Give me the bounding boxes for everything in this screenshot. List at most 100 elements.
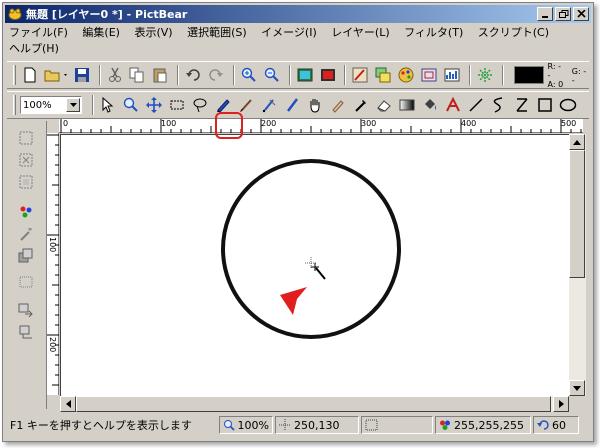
restore-button[interactable]	[555, 7, 571, 21]
text-a-icon	[446, 97, 460, 112]
paste-layer-icon	[19, 325, 32, 339]
image-view-button[interactable]	[295, 65, 315, 85]
line-tool[interactable]	[466, 95, 486, 115]
crosshair-icon	[279, 419, 291, 431]
ruler-ticks	[60, 119, 582, 133]
paste-layer-tool[interactable]	[17, 323, 35, 341]
status-undo: 60	[533, 416, 579, 434]
text-tool[interactable]	[443, 95, 463, 115]
scroll-up-button[interactable]	[569, 134, 585, 150]
status-selection-size	[361, 416, 433, 434]
right-arrow-icon	[558, 400, 564, 408]
bezier-tool[interactable]	[512, 95, 532, 115]
copy-button[interactable]	[127, 65, 147, 85]
smudge-tool[interactable]	[328, 95, 348, 115]
ruler-label: 500	[561, 119, 577, 128]
scroll-left-button[interactable]	[60, 396, 76, 412]
menu-script[interactable]: スクリプト(C)	[478, 25, 549, 41]
toolbar-grip[interactable]	[13, 65, 16, 85]
select-all-tool[interactable]	[17, 129, 35, 147]
brush-settings-button[interactable]	[350, 65, 370, 85]
gradient-tool[interactable]	[397, 95, 417, 115]
zoom-out-icon	[264, 67, 279, 82]
restore-icon	[559, 10, 569, 18]
scroll-thumb-horizontal[interactable]	[76, 396, 551, 412]
ellipse-tool[interactable]	[558, 95, 578, 115]
hand-tool[interactable]	[305, 95, 325, 115]
undo-button[interactable]	[183, 65, 203, 85]
scroll-down-button[interactable]	[569, 380, 585, 396]
eyedropper-tool[interactable]	[351, 95, 371, 115]
magnifier-icon	[224, 420, 235, 431]
drawing-canvas[interactable]	[60, 134, 569, 396]
paste-button[interactable]	[150, 65, 170, 85]
ruler-ticks-v	[47, 134, 59, 386]
scroll-right-button[interactable]	[553, 396, 569, 412]
dropdown-arrow-icon[interactable]	[66, 98, 80, 112]
zoom-dropdown[interactable]: 100%	[20, 96, 82, 114]
minimize-icon	[542, 16, 548, 18]
layers-button[interactable]	[373, 65, 393, 85]
zoom-tool[interactable]	[121, 95, 141, 115]
vertical-scrollbar[interactable]	[569, 134, 586, 396]
color-palette-button[interactable]	[396, 65, 416, 85]
gradient-icon	[399, 99, 415, 111]
move-tool[interactable]	[144, 95, 164, 115]
rectangle-tool[interactable]	[535, 95, 555, 115]
redo-icon	[209, 69, 224, 81]
layer-merge-tool[interactable]	[17, 247, 35, 265]
toolbar-grip-2[interactable]	[13, 95, 16, 115]
cut-scissors-icon	[108, 67, 121, 82]
menu-selection[interactable]: 選択範囲(S)	[187, 25, 247, 41]
open-button[interactable]	[43, 65, 69, 85]
histogram-button[interactable]	[442, 65, 462, 85]
effects-button[interactable]	[475, 65, 495, 85]
airbrush-tool[interactable]	[259, 95, 279, 115]
status-color-value: 255,255,255	[454, 418, 524, 432]
crop-tool[interactable]	[17, 273, 35, 291]
ruler-label: 100	[161, 119, 177, 128]
menu-help[interactable]: ヘルプ(H)	[9, 41, 59, 57]
new-button[interactable]	[20, 65, 40, 85]
zoom-out-button[interactable]	[262, 65, 282, 85]
pencil-tool[interactable]	[282, 95, 302, 115]
up-arrow-icon	[573, 139, 581, 145]
fill-bucket-tool[interactable]	[420, 95, 440, 115]
menu-file[interactable]: ファイル(F)	[9, 25, 68, 41]
horizontal-scrollbar[interactable]	[60, 396, 569, 412]
deselect-tool[interactable]	[17, 151, 35, 169]
select-pointer-tool[interactable]	[98, 95, 118, 115]
current-color-swatch[interactable]	[513, 66, 544, 84]
menu-edit[interactable]: 編集(E)	[82, 25, 120, 41]
minimize-button[interactable]	[537, 7, 553, 21]
lasso-tool[interactable]	[190, 95, 210, 115]
eraser-tool[interactable]	[374, 95, 394, 115]
transfer-tool[interactable]	[17, 301, 35, 319]
save-button[interactable]	[72, 65, 92, 85]
zoom-in-button[interactable]	[239, 65, 259, 85]
invert-selection-tool[interactable]	[17, 173, 35, 191]
open-folder-icon	[44, 70, 67, 82]
menu-view[interactable]: 表示(V)	[134, 25, 172, 41]
wand-tool[interactable]	[17, 225, 35, 243]
rect-select-tool[interactable]	[167, 95, 187, 115]
tools-toolbar: 100%	[7, 91, 589, 119]
navigator-button[interactable]	[419, 65, 439, 85]
curve-tool[interactable]	[489, 95, 509, 115]
rect-select-icon	[170, 100, 184, 110]
menu-filter[interactable]: フィルタ(T)	[404, 25, 463, 41]
color-channels-tool[interactable]	[17, 203, 35, 221]
vertical-ruler: 100 200	[47, 133, 59, 395]
image-icon	[297, 68, 313, 82]
scroll-thumb-vertical[interactable]	[569, 150, 585, 278]
color-dots-icon	[20, 206, 32, 218]
cut-button[interactable]	[105, 65, 125, 85]
close-button[interactable]	[573, 7, 589, 21]
foreground-view-button[interactable]	[318, 65, 338, 85]
brush-icon	[240, 99, 252, 112]
ruler-label: 100	[48, 237, 57, 253]
horizontal-ruler: 0 100 200 300 400 500	[59, 119, 583, 133]
redo-button[interactable]	[206, 65, 226, 85]
menu-layer[interactable]: レイヤー(L)	[331, 25, 389, 41]
menu-image[interactable]: イメージ(I)	[261, 25, 317, 41]
